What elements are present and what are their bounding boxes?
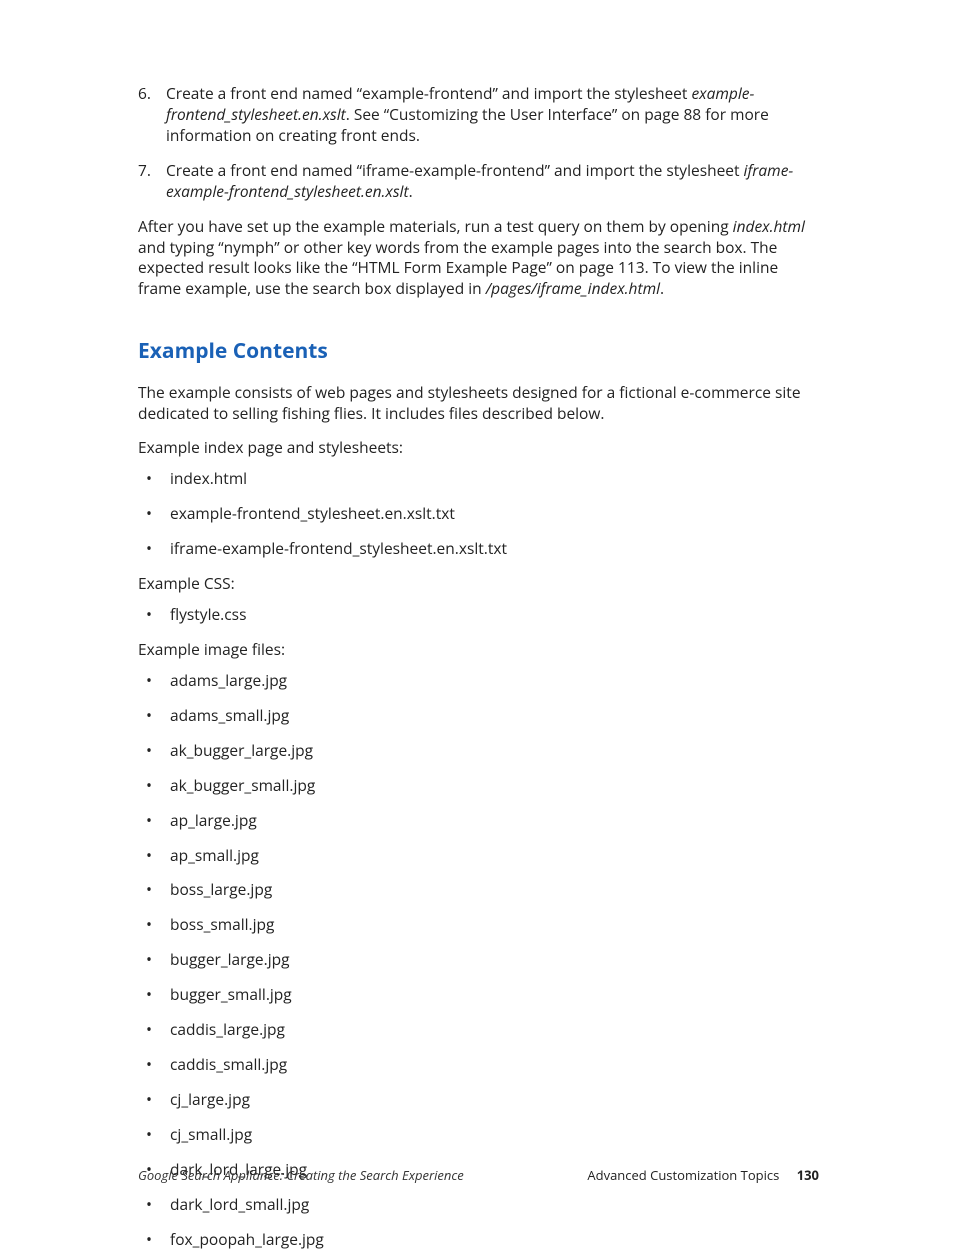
group-label: Example image files: bbox=[138, 639, 819, 660]
list-item: boss_small.jpg bbox=[138, 914, 819, 935]
file-list: flystyle.css bbox=[138, 604, 819, 625]
page-footer: Google Search Appliance: Creating the Se… bbox=[138, 1167, 819, 1185]
list-item: iframe-example-frontend_stylesheet.en.xs… bbox=[138, 538, 819, 559]
text: Create a front end named “example-fronte… bbox=[166, 82, 691, 104]
file-groups: Example index page and stylesheets: index… bbox=[138, 437, 819, 1249]
list-item: caddis_small.jpg bbox=[138, 1054, 819, 1075]
footer-doc-title: Google Search Appliance: Creating the Se… bbox=[138, 1167, 464, 1185]
step-body: Create a front end named “iframe-example… bbox=[166, 160, 819, 202]
list-item: ak_bugger_large.jpg bbox=[138, 740, 819, 761]
text: and typing “nymph” or other key words fr… bbox=[138, 236, 778, 300]
text: After you have set up the example materi… bbox=[138, 215, 733, 237]
page: 6.Create a front end named “example-fron… bbox=[0, 0, 954, 1235]
section-intro: The example consists of web pages and st… bbox=[138, 382, 819, 424]
italic-text: index.html bbox=[733, 215, 805, 237]
list-item: example-frontend_stylesheet.en.xslt.txt bbox=[138, 503, 819, 524]
ordered-steps: 6.Create a front end named “example-fron… bbox=[138, 83, 819, 202]
list-item: flystyle.css bbox=[138, 604, 819, 625]
list-item: adams_large.jpg bbox=[138, 670, 819, 691]
list-item: ap_small.jpg bbox=[138, 845, 819, 866]
list-item: bugger_small.jpg bbox=[138, 984, 819, 1005]
text: Create a front end named “iframe-example… bbox=[166, 159, 744, 181]
list-item: index.html bbox=[138, 468, 819, 489]
footer-right: Advanced Customization Topics 130 bbox=[587, 1167, 819, 1185]
list-item: ak_bugger_small.jpg bbox=[138, 775, 819, 796]
footer-section-label: Advanced Customization Topics bbox=[587, 1166, 779, 1184]
list-item: adams_small.jpg bbox=[138, 705, 819, 726]
list-item: bugger_large.jpg bbox=[138, 949, 819, 970]
text: . bbox=[409, 180, 413, 202]
step-number: 6. bbox=[138, 83, 166, 146]
text: . bbox=[660, 277, 664, 299]
group-label: Example CSS: bbox=[138, 573, 819, 594]
step-body: Create a front end named “example-fronte… bbox=[166, 83, 819, 146]
list-item: ap_large.jpg bbox=[138, 810, 819, 831]
list-item: fox_poopah_large.jpg bbox=[138, 1229, 819, 1250]
list-item: boss_large.jpg bbox=[138, 879, 819, 900]
list-item: cj_large.jpg bbox=[138, 1089, 819, 1110]
list-item: dark_lord_small.jpg bbox=[138, 1194, 819, 1215]
group-label: Example index page and stylesheets: bbox=[138, 437, 819, 458]
file-list: adams_large.jpg adams_small.jpg ak_bugger_… bbox=[138, 670, 819, 1250]
file-list: index.html example-frontend_stylesheet.en… bbox=[138, 468, 819, 559]
ordered-step: 6.Create a front end named “example-fron… bbox=[138, 83, 819, 146]
footer-page-number: 130 bbox=[797, 1166, 819, 1184]
section-heading-example-contents: Example Contents bbox=[138, 337, 819, 365]
ordered-step: 7.Create a front end named “iframe-examp… bbox=[138, 160, 819, 202]
list-item: cj_small.jpg bbox=[138, 1124, 819, 1145]
step-number: 7. bbox=[138, 160, 166, 202]
after-setup-paragraph: After you have set up the example materi… bbox=[138, 216, 819, 300]
list-item: caddis_large.jpg bbox=[138, 1019, 819, 1040]
italic-text: /pages/iframe_index.html bbox=[486, 277, 660, 299]
